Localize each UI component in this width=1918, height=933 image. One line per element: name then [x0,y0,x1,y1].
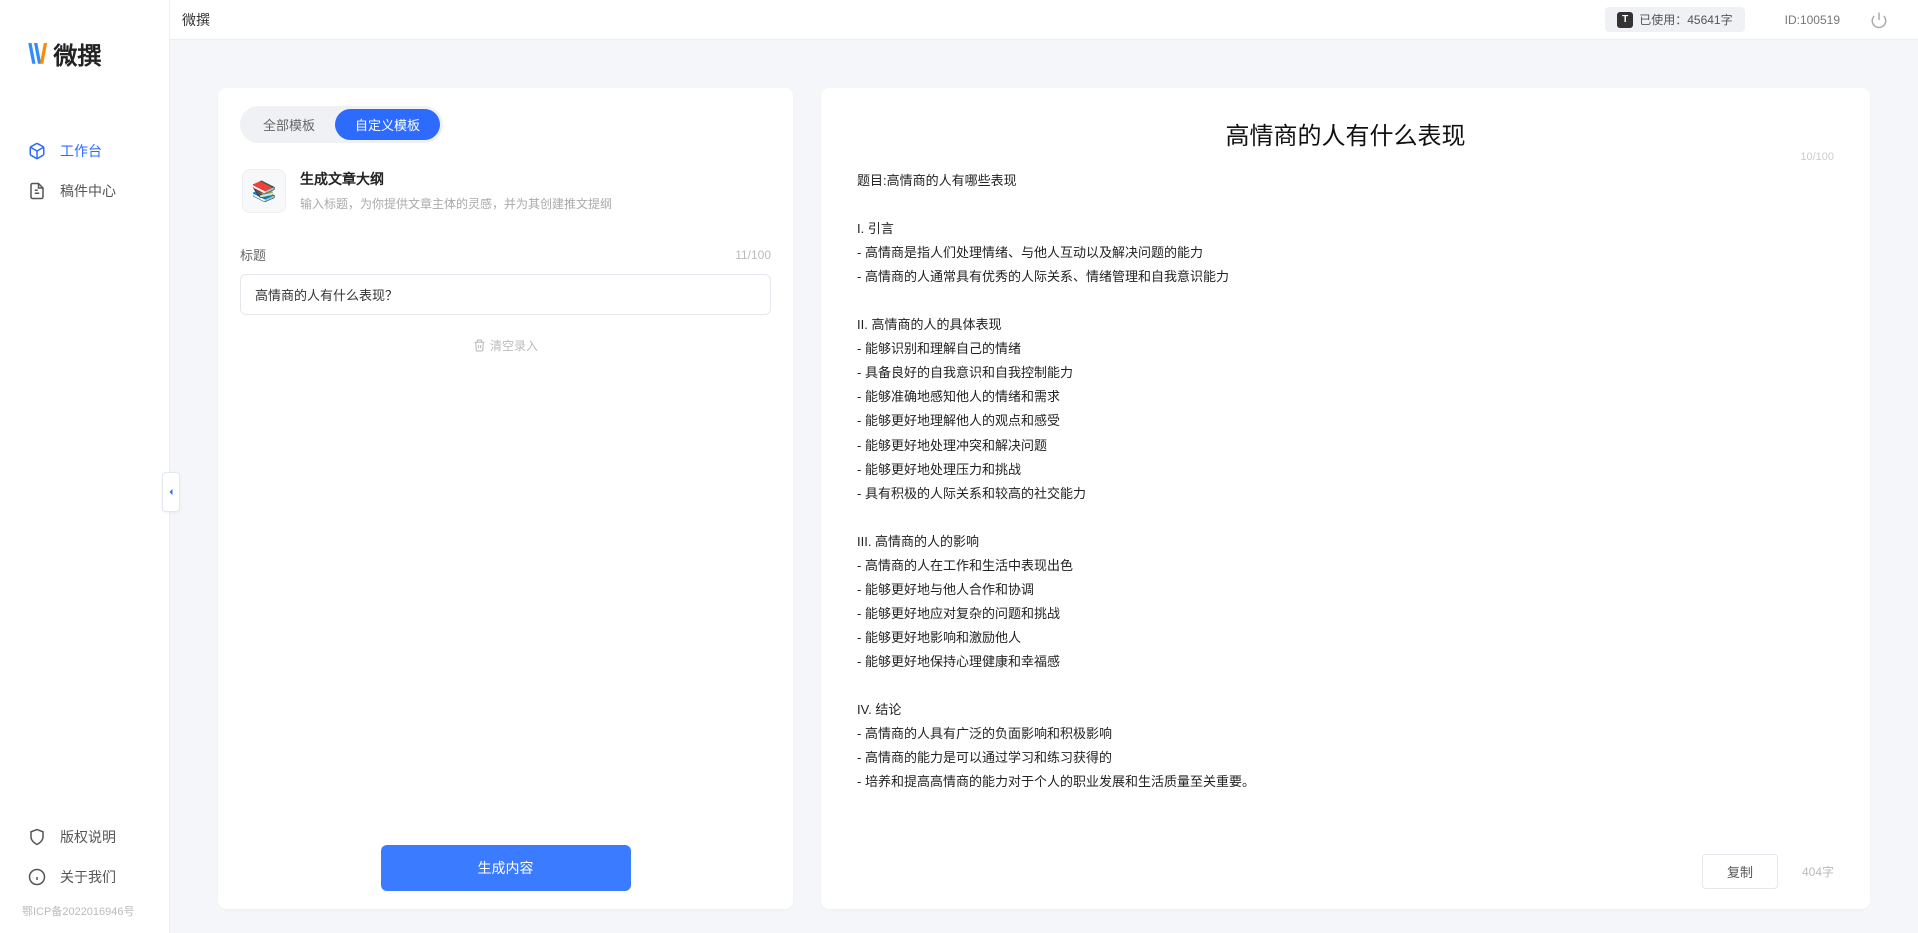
power-icon[interactable] [1870,11,1888,29]
title-label-row: 标题 11/100 [240,245,771,264]
logo: \\/ 微撰 [0,0,169,101]
cube-icon [28,142,46,160]
nav-label: 稿件中心 [60,181,116,201]
page-title: 微撰 [182,10,210,30]
template-tabs: 全部模板 自定义模板 [240,106,443,143]
input-panel: 全部模板 自定义模板 📚 生成文章大纲 输入标题，为你提供文章主体的灵感，并为其… [218,88,793,909]
nav-item-copyright[interactable]: 版权说明 [0,817,169,857]
document-icon [28,182,46,200]
sidebar: \\/ 微撰 工作台 稿件中心 版权说明 关于我们 鄂ICP备202201694… [0,0,170,933]
usage-value: 45641字 [1687,11,1732,28]
topbar: 微撰 T 已使用： 45641字 ID:100519 [170,0,1918,40]
main: 全部模板 自定义模板 📚 生成文章大纲 输入标题，为你提供文章主体的灵感，并为其… [170,40,1918,933]
nav-label: 关于我们 [60,867,116,887]
output-word-count: 404字 [1802,863,1834,880]
tab-custom-template[interactable]: 自定义模板 [335,109,440,140]
nav-item-about[interactable]: 关于我们 [0,857,169,897]
icp-text: 鄂ICP备2022016946号 [0,897,169,919]
nav-item-workspace[interactable]: 工作台 [0,131,169,171]
title-char-count: 11/100 [735,248,771,262]
template-card: 📚 生成文章大纲 输入标题，为你提供文章主体的灵感，并为其创建推文提纲 [240,165,771,231]
main-nav: 工作台 稿件中心 [0,101,169,211]
logo-mark: \\/ [28,38,45,70]
title-label: 标题 [240,245,266,264]
usage-prefix: 已使用： [1639,11,1687,28]
template-card-desc: 输入标题，为你提供文章主体的灵感，并为其创建推文提纲 [300,195,612,212]
output-title-count: 10/100 [1800,151,1834,163]
tab-all-templates[interactable]: 全部模板 [243,109,335,140]
generate-button[interactable]: 生成内容 [381,845,631,891]
user-id: ID:100519 [1785,13,1840,27]
input-panel-footer: 生成内容 [240,825,771,891]
shield-icon [28,828,46,846]
title-input[interactable] [240,274,771,315]
output-head: 高情商的人有什么表现 10/100 [857,116,1834,151]
nav-label: 工作台 [60,141,102,161]
info-icon [28,868,46,886]
trash-icon [473,339,486,352]
usage-icon: T [1617,12,1633,28]
nav-label: 版权说明 [60,827,116,847]
output-panel: 高情商的人有什么表现 10/100 题目:高情商的人有哪些表现 I. 引言 - … [821,88,1870,909]
nav-item-drafts[interactable]: 稿件中心 [0,171,169,211]
output-footer: 复制 404字 [857,840,1834,889]
copy-button[interactable]: 复制 [1702,854,1778,889]
clear-label: 清空录入 [490,337,538,354]
output-title: 高情商的人有什么表现 [857,116,1834,151]
clear-input-button[interactable]: 清空录入 [240,337,771,354]
template-card-icon: 📚 [242,169,286,213]
sidebar-footer: 版权说明 关于我们 鄂ICP备2022016946号 [0,817,169,933]
usage-badge: T 已使用： 45641字 [1605,7,1744,32]
template-card-title: 生成文章大纲 [300,169,612,189]
logo-text: 微撰 [53,36,101,71]
output-body: 题目:高情商的人有哪些表现 I. 引言 - 高情商是指人们处理情绪、与他人互动以… [857,169,1834,840]
